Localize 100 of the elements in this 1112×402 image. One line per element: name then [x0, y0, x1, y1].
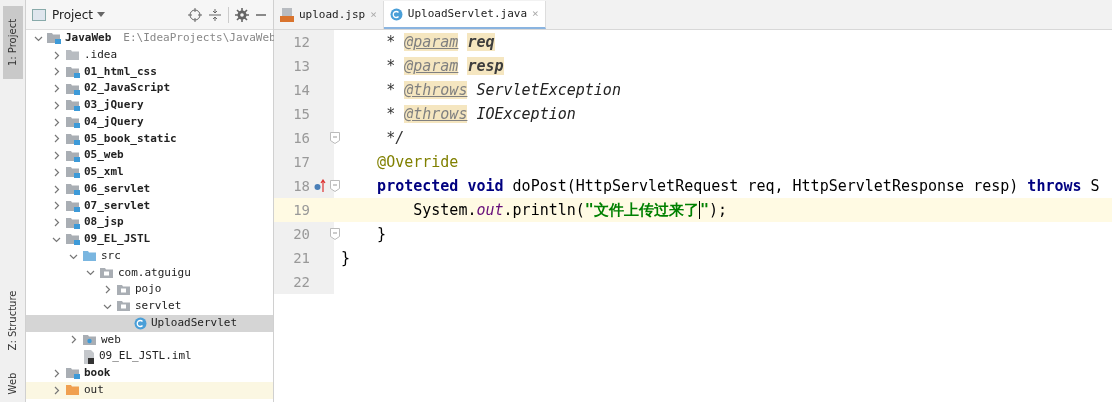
module-folder-icon: [47, 32, 61, 45]
tree-item[interactable]: 05_book_static: [26, 130, 273, 148]
tree-item[interactable]: 05_xml: [26, 164, 273, 181]
module-folder-icon: [66, 132, 80, 145]
fold-marker-icon[interactable]: [330, 228, 340, 240]
project-view-dropdown[interactable]: Project: [52, 5, 106, 24]
tree-item-label: 09_EL_JSTL: [84, 231, 151, 248]
line-number: 14: [292, 80, 310, 100]
tree-item[interactable]: 01_html_css: [26, 63, 273, 81]
line-number: 18: [292, 176, 310, 196]
tree-item-label: web: [101, 331, 121, 348]
code-line: * @param resp: [385, 55, 504, 77]
settings-icon[interactable]: [235, 7, 249, 22]
tree-item-label: 05_xml: [84, 164, 124, 181]
tree-item-label: 04_jQuery: [84, 113, 144, 130]
source-folder-icon: [83, 250, 97, 263]
tree-item[interactable]: 09_EL_JSTL.iml: [26, 348, 273, 365]
module-folder-icon: [66, 99, 80, 112]
tree-item[interactable]: .idea: [26, 46, 273, 64]
tree-item-label: 01_html_css: [84, 63, 157, 80]
package-icon: [117, 283, 131, 296]
collapse-icon[interactable]: [208, 7, 222, 22]
tree-item[interactable]: 02_JavaScript: [26, 80, 273, 97]
tree-item[interactable]: 06_servlet: [26, 180, 273, 198]
module-folder-icon: [66, 199, 80, 212]
chevron-right-icon[interactable]: [69, 335, 78, 345]
code-line: @Override: [376, 151, 459, 173]
module-folder-icon: [66, 116, 80, 129]
jsp-file-icon: [280, 8, 294, 22]
tree-item[interactable]: src: [26, 247, 273, 265]
tree-item[interactable]: pojo: [26, 281, 273, 298]
tree-item-label: 03_jQuery: [84, 97, 144, 114]
tree-item[interactable]: 03_jQuery: [26, 97, 273, 114]
folder-icon: [66, 49, 80, 62]
panel-icon: [32, 8, 46, 21]
module-folder-icon: [66, 65, 80, 78]
tree-item-label: 06_servlet: [84, 180, 151, 197]
chevron-right-icon[interactable]: [103, 285, 112, 295]
tree-item-label: UploadServlet: [151, 314, 238, 331]
project-path: E:\IdeaProjects\JavaWeb: [123, 30, 276, 47]
tree-item-label: book: [84, 365, 111, 382]
caret-icon: [97, 12, 106, 17]
tree-item-label: 09_EL_JSTL.iml: [99, 348, 192, 365]
tree-item-label: JavaWeb: [65, 30, 112, 47]
tree-item-label: 05_book_static: [84, 130, 177, 147]
package-icon: [117, 300, 131, 313]
module-folder-icon: [66, 233, 80, 246]
package-icon: [100, 266, 114, 279]
line-number: 21: [292, 248, 310, 268]
fold-marker-icon[interactable]: [330, 132, 340, 144]
code-line: * @throws ServletException: [385, 79, 621, 101]
code-line: }: [376, 223, 387, 245]
tree-item-label: com.atguigu: [118, 264, 191, 281]
code-line: * @throws IOException: [385, 103, 576, 125]
code-line: */: [385, 127, 405, 149]
tree-item-label: servlet: [135, 298, 182, 315]
code-line: protected void doPost(HttpServletRequest req, HttpServletResponse resp) throws S: [376, 175, 1100, 197]
code-line: }: [341, 247, 351, 269]
tree-item-label: 08_jsp: [84, 214, 124, 231]
line-number: 22: [292, 272, 310, 292]
web-folder-icon: [83, 333, 97, 346]
tree-item[interactable]: 07_servlet: [26, 197, 273, 215]
tree-item[interactable]: out: [26, 381, 273, 399]
tree-item-label: 05_web: [84, 147, 124, 164]
side-tab[interactable]: 1: Project: [3, 6, 23, 80]
tree-item-label: src: [101, 247, 121, 264]
module-folder-icon: [66, 216, 80, 229]
override-marker-icon[interactable]: [314, 179, 326, 193]
class-icon: [134, 316, 147, 330]
line-number: 19: [292, 200, 310, 220]
tree-item[interactable]: 09_EL_JSTL: [26, 231, 273, 248]
tree-item[interactable]: com.atguigu: [26, 264, 273, 282]
line-number: 15: [292, 104, 310, 124]
file-icon: [83, 349, 95, 364]
tree-item[interactable]: 04_jQuery: [26, 113, 273, 131]
side-tab[interactable]: Z: Structure: [3, 279, 23, 362]
code-line: * @param req: [385, 31, 495, 53]
tree-item[interactable]: web: [26, 331, 273, 349]
editor-tab[interactable]: UploadServlet.java ×: [383, 1, 546, 29]
module-folder-icon: [66, 149, 80, 162]
side-tab[interactable]: Web: [3, 365, 23, 402]
tree-item[interactable]: servlet: [26, 298, 273, 315]
tree-item-label: pojo: [135, 281, 162, 298]
editor-tab[interactable]: upload.jsp ×: [274, 1, 384, 29]
tree-item[interactable]: UploadServlet: [26, 314, 273, 332]
line-number: 20: [292, 224, 310, 244]
code-line: System.out.println("文件上传过来了");: [412, 199, 727, 221]
line-number: 13: [292, 56, 310, 76]
locate-icon[interactable]: [188, 7, 202, 22]
module-folder-icon: [66, 166, 80, 179]
tree-item[interactable]: JavaWeb E:\IdeaProjects\JavaWeb: [26, 30, 273, 47]
tree-item[interactable]: 05_web: [26, 147, 273, 164]
tree-item-label: out: [84, 381, 104, 398]
fold-marker-icon[interactable]: [330, 180, 340, 192]
tree-item[interactable]: book: [26, 365, 273, 382]
folder-icon: [66, 384, 80, 397]
tree-item[interactable]: 08_jsp: [26, 214, 273, 231]
line-number: 12: [292, 32, 310, 52]
module-folder-icon: [66, 367, 80, 380]
line-number: 16: [292, 128, 310, 148]
